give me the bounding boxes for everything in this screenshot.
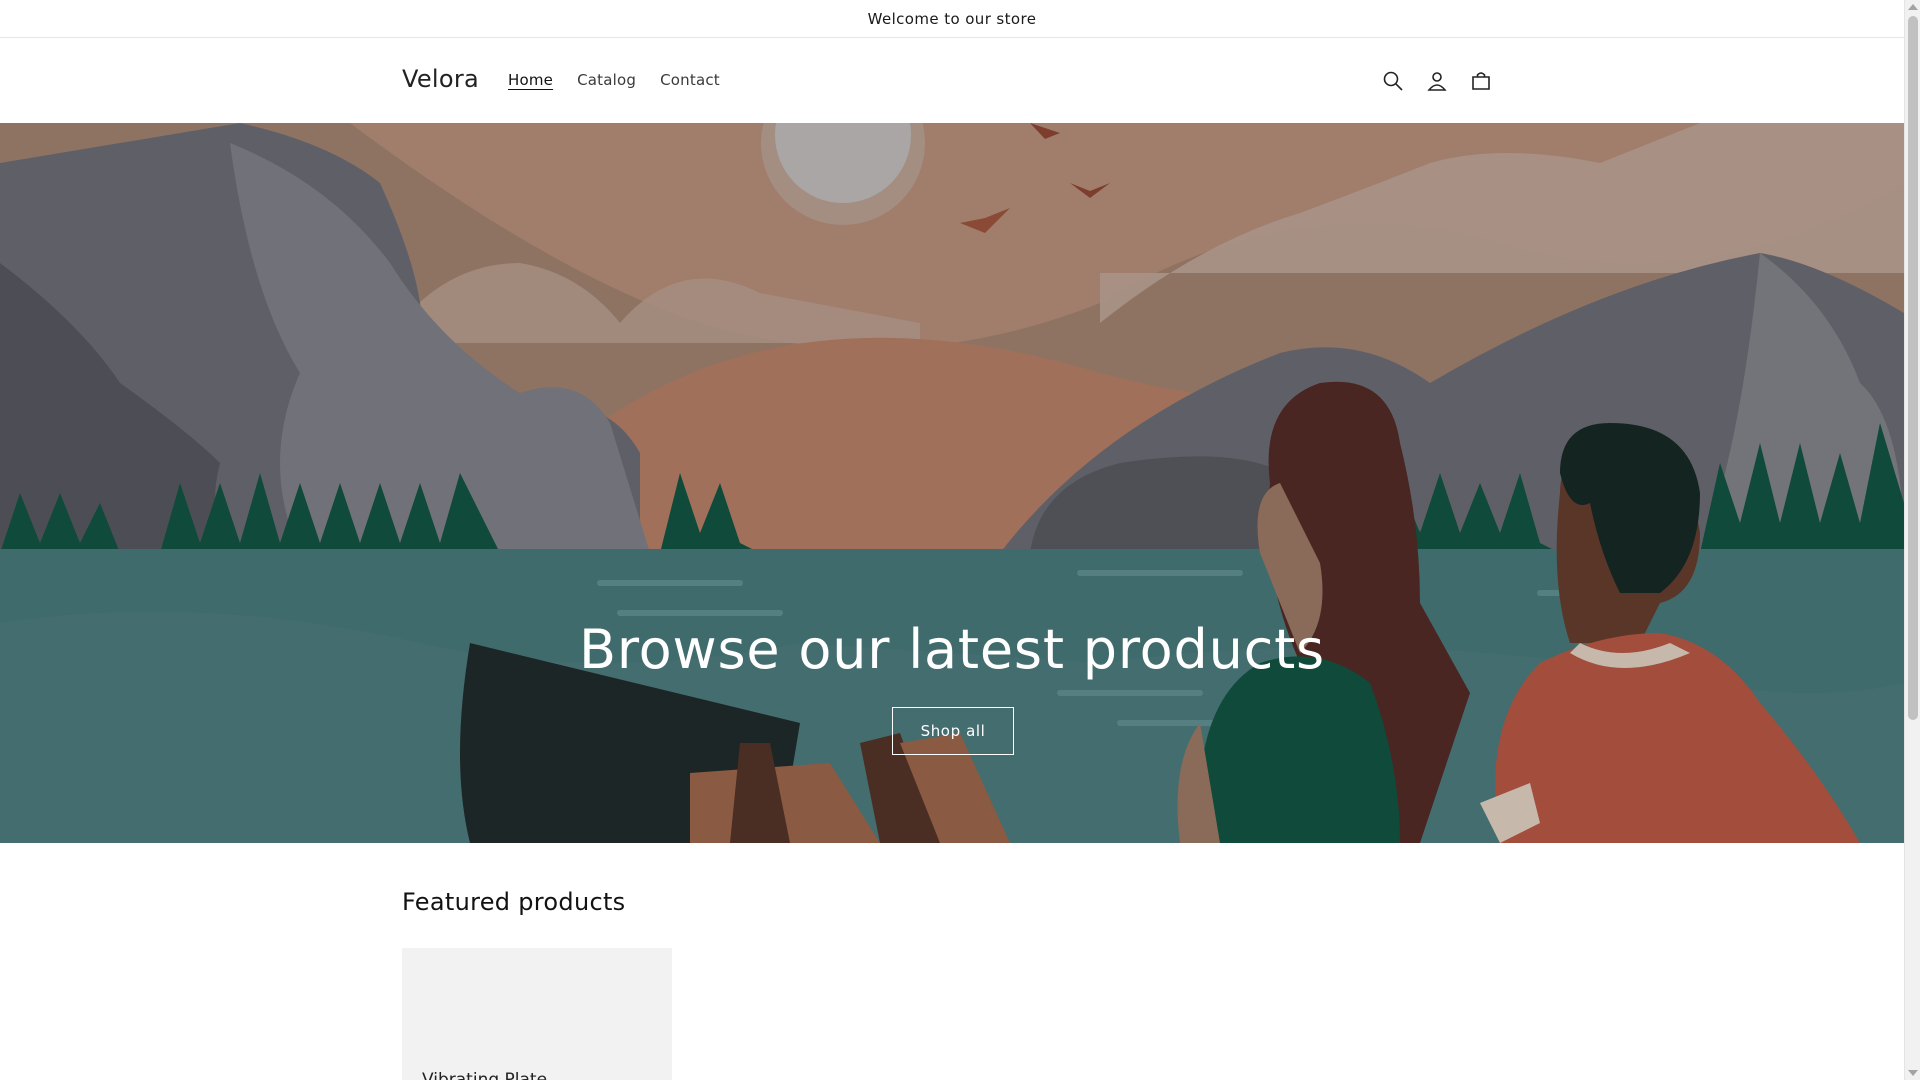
nav-contact[interactable]: Contact xyxy=(648,71,732,89)
hero-title: Browse our latest products xyxy=(578,618,1325,681)
store-logo[interactable]: Velora xyxy=(402,65,479,93)
page-scrollbar[interactable] xyxy=(1904,0,1920,1080)
main-nav: Home Catalog Contact xyxy=(496,71,732,89)
account-icon[interactable] xyxy=(1422,66,1452,96)
site-header: Velora Home Catalog Contact xyxy=(0,39,1904,123)
product-card[interactable]: Vibrating Plate xyxy=(402,948,672,1080)
header-icons xyxy=(1378,66,1496,96)
search-icon[interactable] xyxy=(1378,66,1408,96)
hero-banner: Browse our latest products Shop all xyxy=(0,123,1904,843)
scroll-up-arrow-icon[interactable] xyxy=(1908,4,1918,10)
scroll-thumb[interactable] xyxy=(1908,16,1918,720)
cart-icon[interactable] xyxy=(1466,66,1496,96)
announcement-bar: Welcome to our store xyxy=(0,0,1904,38)
featured-products-title: Featured products xyxy=(402,888,626,916)
product-name[interactable]: Vibrating Plate xyxy=(422,1070,547,1080)
page: Welcome to our store Velora Home Catalog… xyxy=(0,0,1904,1080)
nav-home[interactable]: Home xyxy=(496,71,565,89)
scroll-down-arrow-icon[interactable] xyxy=(1908,1070,1918,1076)
hero-content: Browse our latest products xyxy=(0,618,1904,681)
announcement-text: Welcome to our store xyxy=(867,9,1037,28)
shop-all-button[interactable]: Shop all xyxy=(892,707,1014,755)
nav-catalog[interactable]: Catalog xyxy=(565,71,648,89)
